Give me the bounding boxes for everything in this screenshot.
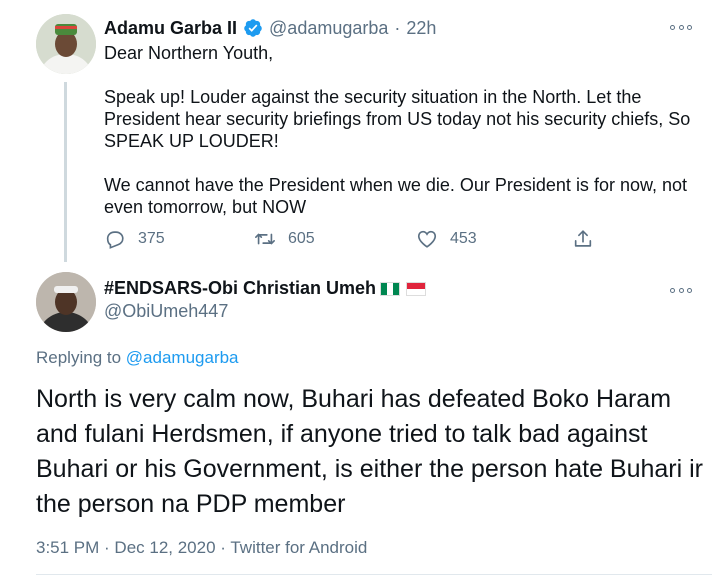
like-count: 453 xyxy=(450,230,477,247)
display-name[interactable]: #ENDSARS-Obi Christian Umeh xyxy=(104,278,376,299)
replying-prefix: Replying to xyxy=(36,348,122,367)
tweet2-header: #ENDSARS-Obi Christian Umeh xyxy=(104,278,427,299)
thread-connector-line xyxy=(64,82,67,262)
share-icon xyxy=(574,230,592,247)
indonesia-flag-icon xyxy=(406,281,427,296)
replying-to: Replying to @adamugarba xyxy=(36,348,239,368)
retweet-count: 605 xyxy=(288,230,315,247)
tweet-line: Dear Northern Youth, xyxy=(104,43,274,63)
reply-button[interactable]: 375 xyxy=(104,228,165,250)
tweet1-text: Dear Northern Youth, Speak up! Louder ag… xyxy=(104,42,704,218)
handle[interactable]: @adamugarba xyxy=(269,18,388,39)
more-options-icon[interactable] xyxy=(670,285,692,295)
tweet-time[interactable]: 22h xyxy=(406,18,436,39)
reply-count: 375 xyxy=(138,230,165,247)
divider xyxy=(36,574,712,575)
share-button[interactable] xyxy=(572,228,606,250)
tweet-timestamp-source[interactable]: 3:51 PM · Dec 12, 2020 · Twitter for And… xyxy=(36,538,367,558)
tweet-line: even tomorrow, but NOW xyxy=(104,197,307,217)
reply-icon xyxy=(106,231,124,249)
tweet-line: Speak up! Louder against the security si… xyxy=(104,87,642,107)
tweet2-text: North is very calm now, Buhari has defea… xyxy=(36,385,704,518)
handle[interactable]: @ObiUmeh447 xyxy=(104,301,228,322)
tweet-line: SPEAK UP LOUDER! xyxy=(104,131,279,151)
nigeria-flag-icon xyxy=(380,281,401,296)
tweet1-action-bar: 375 605 453 xyxy=(104,228,604,252)
avatar-obi-christian-umeh[interactable] xyxy=(36,272,96,332)
like-button[interactable]: 453 xyxy=(416,228,477,250)
separator-dot: · xyxy=(394,17,401,38)
replying-to-link[interactable]: @adamugarba xyxy=(126,348,239,367)
tweet-line: President hear security briefings from U… xyxy=(104,109,691,129)
heart-icon xyxy=(417,230,437,248)
retweet-icon xyxy=(255,233,275,245)
tweet-line: We cannot have the President when we die… xyxy=(104,175,687,195)
avatar-adamu-garba[interactable] xyxy=(36,14,96,74)
retweet-button[interactable]: 605 xyxy=(254,228,315,250)
tweet1-header: Adamu Garba II @adamugarba · 22h xyxy=(104,14,436,42)
display-name[interactable]: Adamu Garba II xyxy=(104,18,237,39)
verified-badge-icon xyxy=(243,18,263,38)
more-options-icon[interactable] xyxy=(670,22,692,32)
